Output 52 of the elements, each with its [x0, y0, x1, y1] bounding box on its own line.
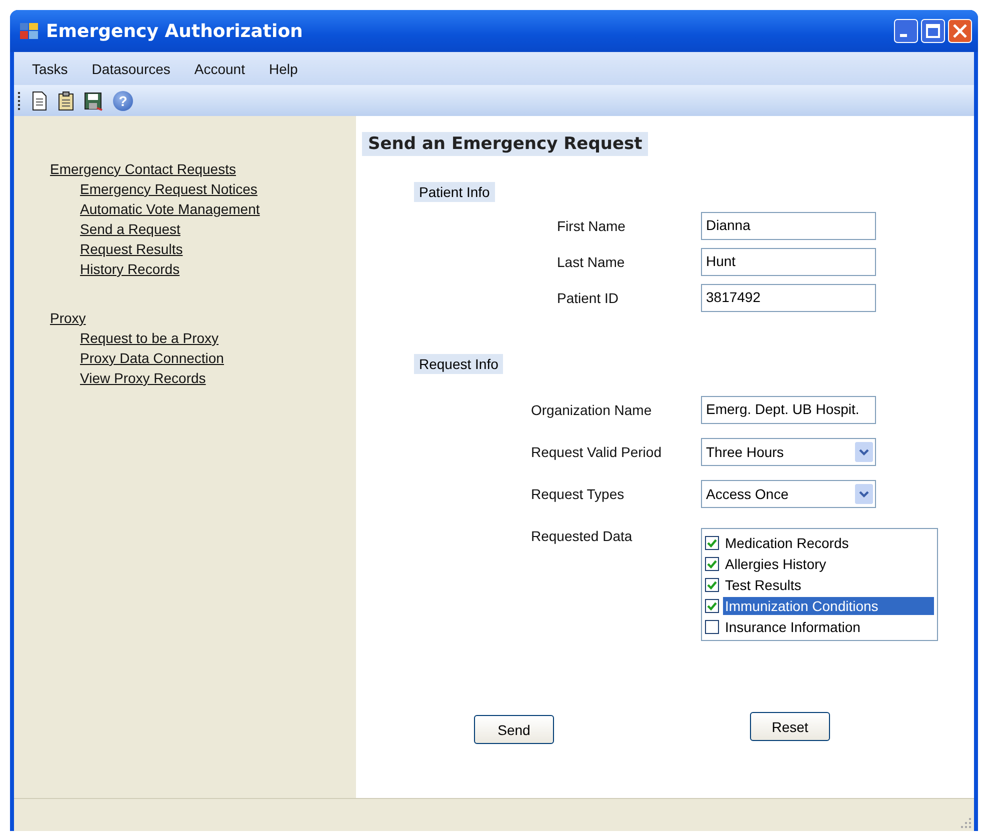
list-item[interactable]: Allergies History	[723, 554, 934, 572]
field-label: Organization Name	[531, 402, 653, 418]
text-field[interactable]: Hunt	[701, 248, 876, 276]
checkbox[interactable]	[705, 598, 719, 612]
field-label: Request Valid Period	[531, 444, 662, 460]
list-item[interactable]: Test Results	[723, 576, 934, 594]
sidebar-link[interactable]: Emergency Request Notices	[80, 179, 258, 199]
dropdown[interactable]: Three Hours	[701, 438, 876, 466]
sidebar-link[interactable]: Proxy	[50, 308, 86, 328]
menu-item[interactable]: Datasources	[80, 58, 182, 78]
save-icon[interactable]	[84, 90, 104, 110]
form-title: Send an Emergency Request	[362, 132, 648, 156]
list-item[interactable]: Medication Records	[723, 534, 934, 552]
close-button[interactable]	[948, 19, 972, 43]
field-label: Request Types	[531, 486, 626, 502]
sidebar-link[interactable]: Send a Request	[80, 219, 180, 239]
sidebar-link[interactable]: History Records	[80, 259, 180, 279]
toolbar-grip-icon	[18, 90, 21, 110]
checkbox[interactable]	[705, 536, 719, 550]
resize-grip-icon	[960, 817, 972, 829]
sidebar-link[interactable]: Request Results	[80, 239, 183, 259]
app-icon	[20, 23, 38, 39]
sidebar-link[interactable]: View Proxy Records	[80, 368, 206, 388]
checkbox[interactable]	[705, 578, 719, 592]
field-label: First Name	[557, 218, 626, 234]
minimize-button[interactable]	[894, 19, 918, 43]
menu-item[interactable]: Account	[182, 58, 257, 78]
checkbox[interactable]	[705, 620, 719, 634]
menu-item[interactable]: Help	[256, 58, 310, 78]
section-title: Request Info	[414, 354, 504, 374]
menu-item[interactable]: Tasks	[20, 58, 80, 78]
window-title: Emergency Authorization	[46, 20, 304, 42]
sidebar-link[interactable]: Request to be a Proxy	[80, 328, 219, 348]
sidebar-link[interactable]: Automatic Vote Management	[80, 199, 260, 219]
text-field[interactable]: Dianna	[701, 212, 876, 240]
maximize-button[interactable]	[921, 19, 945, 43]
field-label: Requested Data	[531, 528, 634, 544]
text-field[interactable]: Emerg. Dept. UB Hospit.	[701, 396, 876, 424]
clipboard-icon[interactable]	[57, 90, 75, 110]
document-icon[interactable]	[30, 90, 48, 110]
list-item[interactable]: Immunization Conditions	[723, 596, 934, 614]
list-item[interactable]: Insurance Information	[723, 618, 934, 636]
field-label: Last Name	[557, 254, 626, 270]
text-field[interactable]: 3817492	[701, 284, 876, 312]
field-label: Patient ID	[557, 290, 620, 306]
sidebar-link[interactable]: Emergency Contact Requests	[50, 159, 236, 179]
form-button[interactable]: Reset	[750, 712, 830, 741]
section-title: Patient Info	[414, 182, 495, 202]
checkbox[interactable]	[705, 556, 719, 570]
dropdown[interactable]: Access Once	[701, 480, 876, 508]
form-button[interactable]: Send	[474, 715, 554, 744]
sidebar-link[interactable]: Proxy Data Connection	[80, 348, 224, 368]
